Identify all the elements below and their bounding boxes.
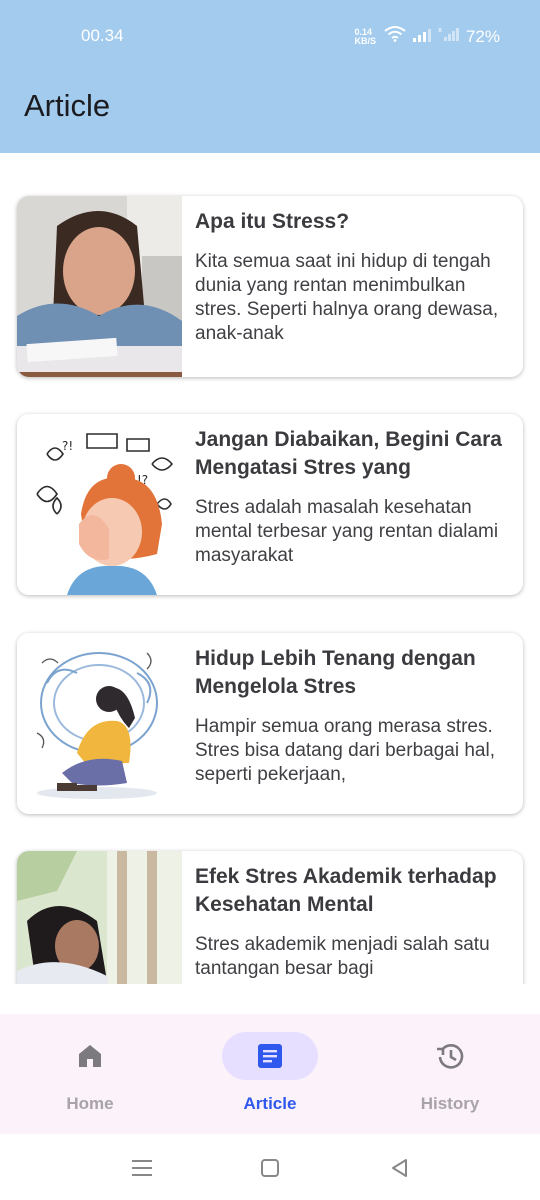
article-excerpt: Hampir semua orang merasa stres. Stres b… <box>195 716 495 785</box>
nav-label-home: Home <box>66 1094 114 1113</box>
article-excerpt: Stres akademik menjadi salah satu tantan… <box>195 934 490 979</box>
article-icon <box>258 1044 282 1068</box>
bottom-navigation: Home Article History <box>0 1014 540 1134</box>
nav-item-history[interactable]: History <box>360 1014 540 1134</box>
page-title: Article <box>24 88 111 123</box>
nav-label-history: History <box>420 1094 480 1113</box>
network-speed: 0.14 KB/S <box>354 27 376 46</box>
app-screen: 00.34 0.14 KB/S x 72% Article Apa itu St… <box>0 0 540 1200</box>
signal-icon <box>412 27 432 47</box>
article-excerpt: Stres adalah masalah kesehatan mental te… <box>195 497 499 566</box>
svg-text:?!: ?! <box>62 439 73 453</box>
nav-item-home[interactable]: Home <box>0 1014 180 1134</box>
article-card[interactable]: Efek Stres Akademik terhadap Kesehatan M… <box>17 851 523 984</box>
status-bar: 00.34 0.14 KB/S x 72% <box>0 0 540 74</box>
article-excerpt: Kita semua saat ini hidup di tengah duni… <box>195 251 499 344</box>
system-navigation-bar <box>0 1134 540 1200</box>
signal-no-sim-icon: x <box>438 26 460 47</box>
wifi-icon <box>384 26 406 47</box>
svg-text:x: x <box>438 26 442 34</box>
back-icon[interactable] <box>388 1156 412 1180</box>
status-time: 00.34 <box>81 26 124 45</box>
article-title: Hidup Lebih Tenang dengan Mengelola Stre… <box>195 647 476 698</box>
nav-item-article[interactable]: Article <box>180 1014 360 1134</box>
article-card[interactable]: ?! !? Jangan Diabaikan, Begini Cara Meng… <box>17 414 523 595</box>
article-title: Efek Stres Akademik terhadap Kesehatan M… <box>195 865 497 916</box>
nav-label-article: Article <box>243 1094 297 1113</box>
article-card[interactable]: Apa itu Stress? Kita semua saat ini hidu… <box>17 196 523 377</box>
recent-apps-icon[interactable] <box>130 1156 154 1180</box>
home-icon <box>79 1045 101 1067</box>
article-thumbnail <box>17 851 182 984</box>
status-right: 0.14 KB/S x 72% <box>354 26 500 47</box>
article-thumbnail <box>17 633 182 814</box>
article-card[interactable]: Hidup Lebih Tenang dengan Mengelola Stre… <box>17 633 523 814</box>
network-speed-unit: KB/S <box>354 35 376 46</box>
battery-level: 72% <box>465 26 500 46</box>
article-title: Apa itu Stress? <box>195 210 350 233</box>
top-app-bar: 00.34 0.14 KB/S x 72% Article <box>0 0 540 153</box>
article-list[interactable]: Apa itu Stress? Kita semua saat ini hidu… <box>0 153 540 984</box>
article-thumbnail <box>17 196 182 377</box>
article-title: Jangan Diabaikan, Begini Cara Mengatasi … <box>195 428 502 479</box>
article-thumbnail: ?! !? <box>17 414 182 595</box>
home-system-icon[interactable] <box>258 1156 282 1180</box>
history-icon <box>437 1044 464 1069</box>
